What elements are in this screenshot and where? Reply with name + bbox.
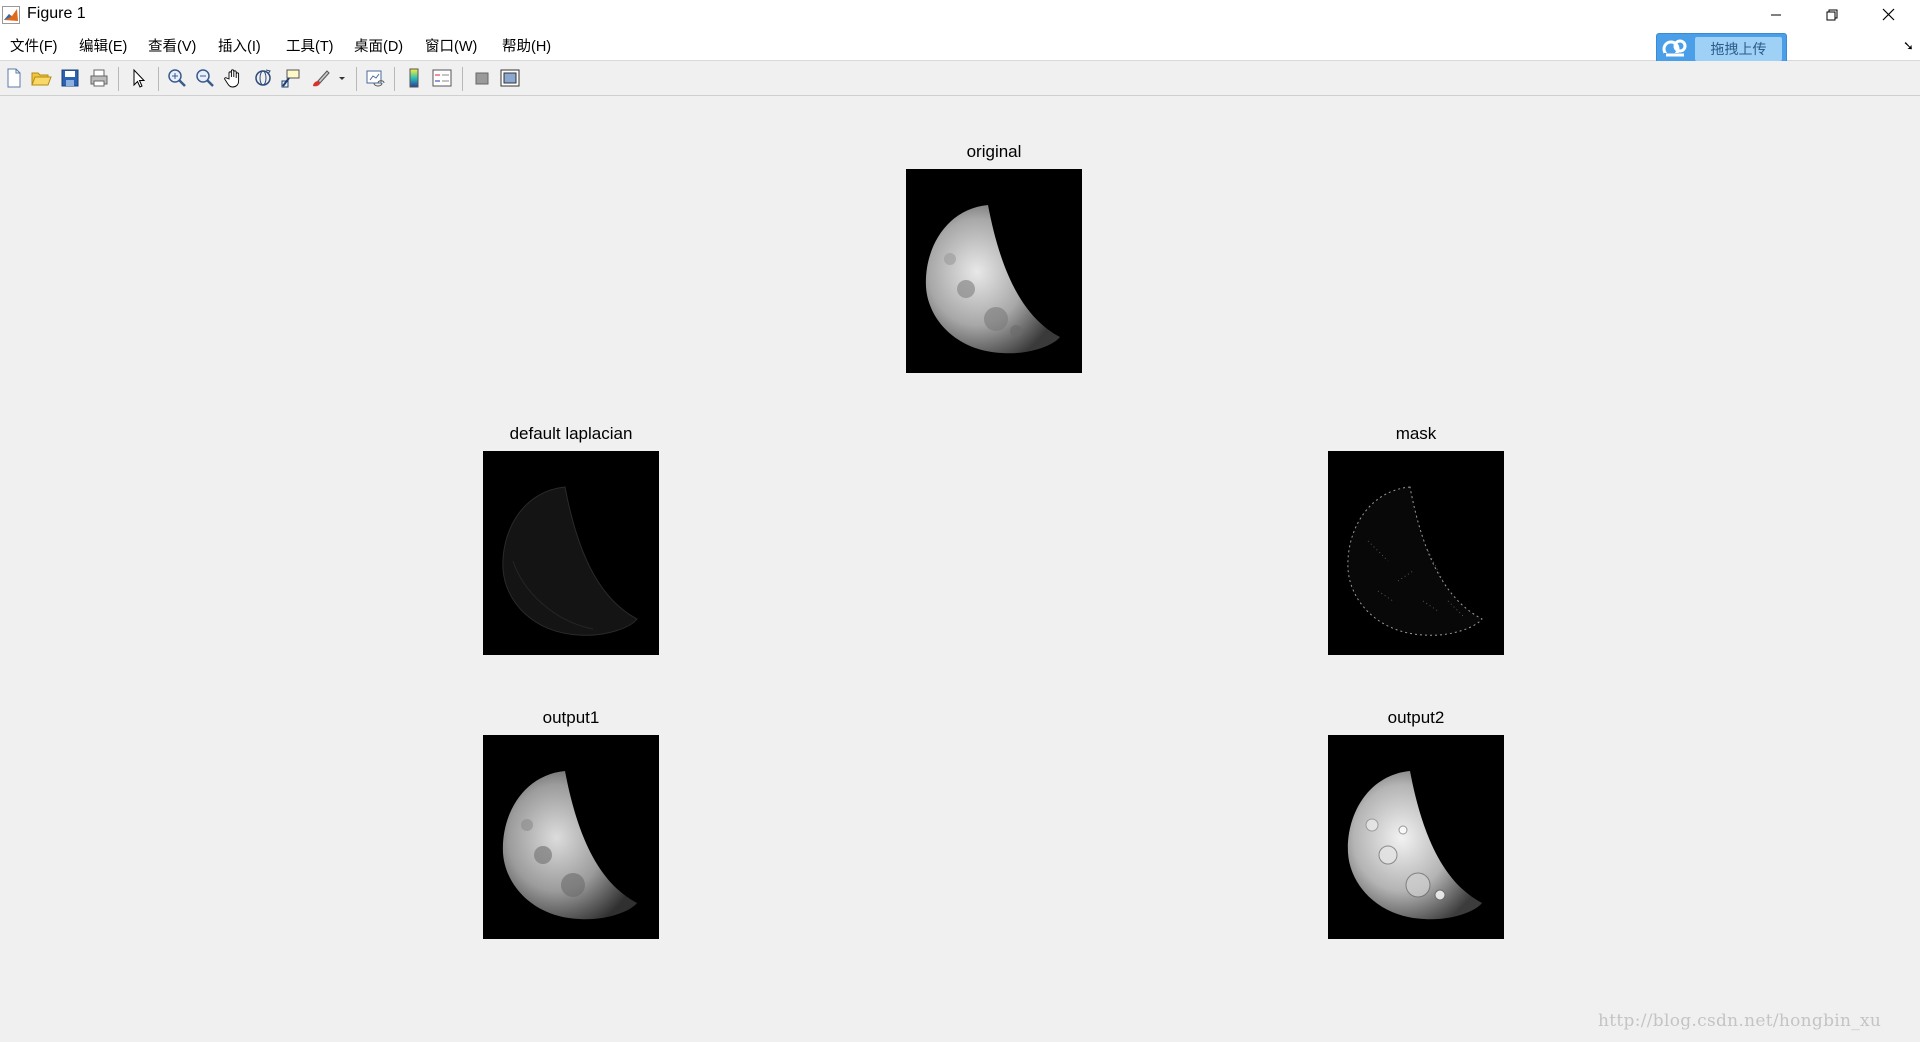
cloud-logo-icon: [1662, 39, 1687, 58]
minimize-icon: [1771, 14, 1781, 15]
dock-arrow-icon[interactable]: ➘: [1903, 38, 1914, 54]
toolbar: [0, 61, 1920, 96]
menu-insert[interactable]: 插入(I): [217, 35, 262, 56]
toolbar-separator: [158, 67, 159, 91]
brush-icon[interactable]: [310, 67, 332, 89]
close-button[interactable]: [1860, 0, 1916, 29]
toolbar-separator: [118, 67, 119, 91]
subplot-image-default-laplacian[interactable]: [483, 451, 659, 655]
subplot-image-mask[interactable]: [1328, 451, 1504, 655]
rotate-3d-icon[interactable]: [252, 67, 274, 89]
subplot-image-original[interactable]: [906, 169, 1082, 373]
subplot-title-output2: output2: [1387, 708, 1445, 727]
menu-file[interactable]: 文件(F): [9, 35, 59, 56]
moon-image-original: [925, 205, 1060, 354]
restore-icon: [1826, 9, 1838, 20]
chevron-down-icon[interactable]: [336, 67, 348, 89]
menu-desktop[interactable]: 桌面(D): [353, 35, 404, 56]
subplot-title-original: original: [966, 142, 1022, 161]
new-figure-icon[interactable]: [3, 67, 25, 89]
minimize-button[interactable]: [1748, 0, 1804, 29]
menu-tools[interactable]: 工具(T): [285, 35, 335, 56]
menu-help[interactable]: 帮助(H): [501, 35, 552, 56]
open-file-icon[interactable]: [30, 67, 52, 89]
insert-colorbar-icon[interactable]: [403, 67, 425, 89]
subplot-title-output1: output1: [542, 708, 600, 727]
moon-image-laplacian: [502, 486, 638, 636]
menu-view[interactable]: 查看(V): [147, 35, 197, 56]
title-bar: Figure 1: [0, 0, 1920, 29]
subplot-image-output1[interactable]: [483, 735, 659, 939]
subplot-title-default-laplacian: default laplacian: [509, 424, 633, 443]
toolbar-separator: [462, 67, 463, 91]
menu-window[interactable]: 窗口(W): [424, 35, 478, 56]
pan-icon[interactable]: [223, 67, 245, 89]
insert-legend-icon[interactable]: [431, 67, 453, 89]
restore-button[interactable]: [1804, 0, 1860, 29]
subplot-title-mask: mask: [1395, 424, 1437, 443]
menu-edit[interactable]: 编辑(E): [78, 35, 128, 56]
subplot-image-output2[interactable]: [1328, 735, 1504, 939]
edit-plot-icon[interactable]: [128, 67, 150, 89]
matlab-logo-icon: [2, 6, 20, 24]
upload-label: 拖拽上传: [1695, 37, 1782, 61]
watermark-text: http://blog.csdn.net/hongbin_xu: [1598, 1011, 1882, 1031]
window-title: Figure 1: [27, 5, 86, 22]
hide-plot-tools-icon[interactable]: [471, 67, 493, 89]
print-icon[interactable]: [88, 67, 110, 89]
data-cursor-icon[interactable]: [280, 67, 302, 89]
moon-image-mask: [1347, 486, 1483, 636]
save-icon[interactable]: [59, 67, 81, 89]
zoom-out-icon[interactable]: [194, 67, 216, 89]
link-plot-icon[interactable]: [364, 67, 386, 89]
moon-image-output2: [1347, 771, 1482, 920]
show-plot-tools-icon[interactable]: [499, 67, 521, 89]
toolbar-separator: [394, 67, 395, 91]
moon-image-output1: [502, 771, 637, 920]
toolbar-separator: [356, 67, 357, 91]
menu-bar: 文件(F) 编辑(E) 查看(V) 插入(I) 工具(T) 桌面(D) 窗口(W…: [0, 29, 1920, 61]
zoom-in-icon[interactable]: [166, 67, 188, 89]
close-icon: [1882, 8, 1894, 21]
